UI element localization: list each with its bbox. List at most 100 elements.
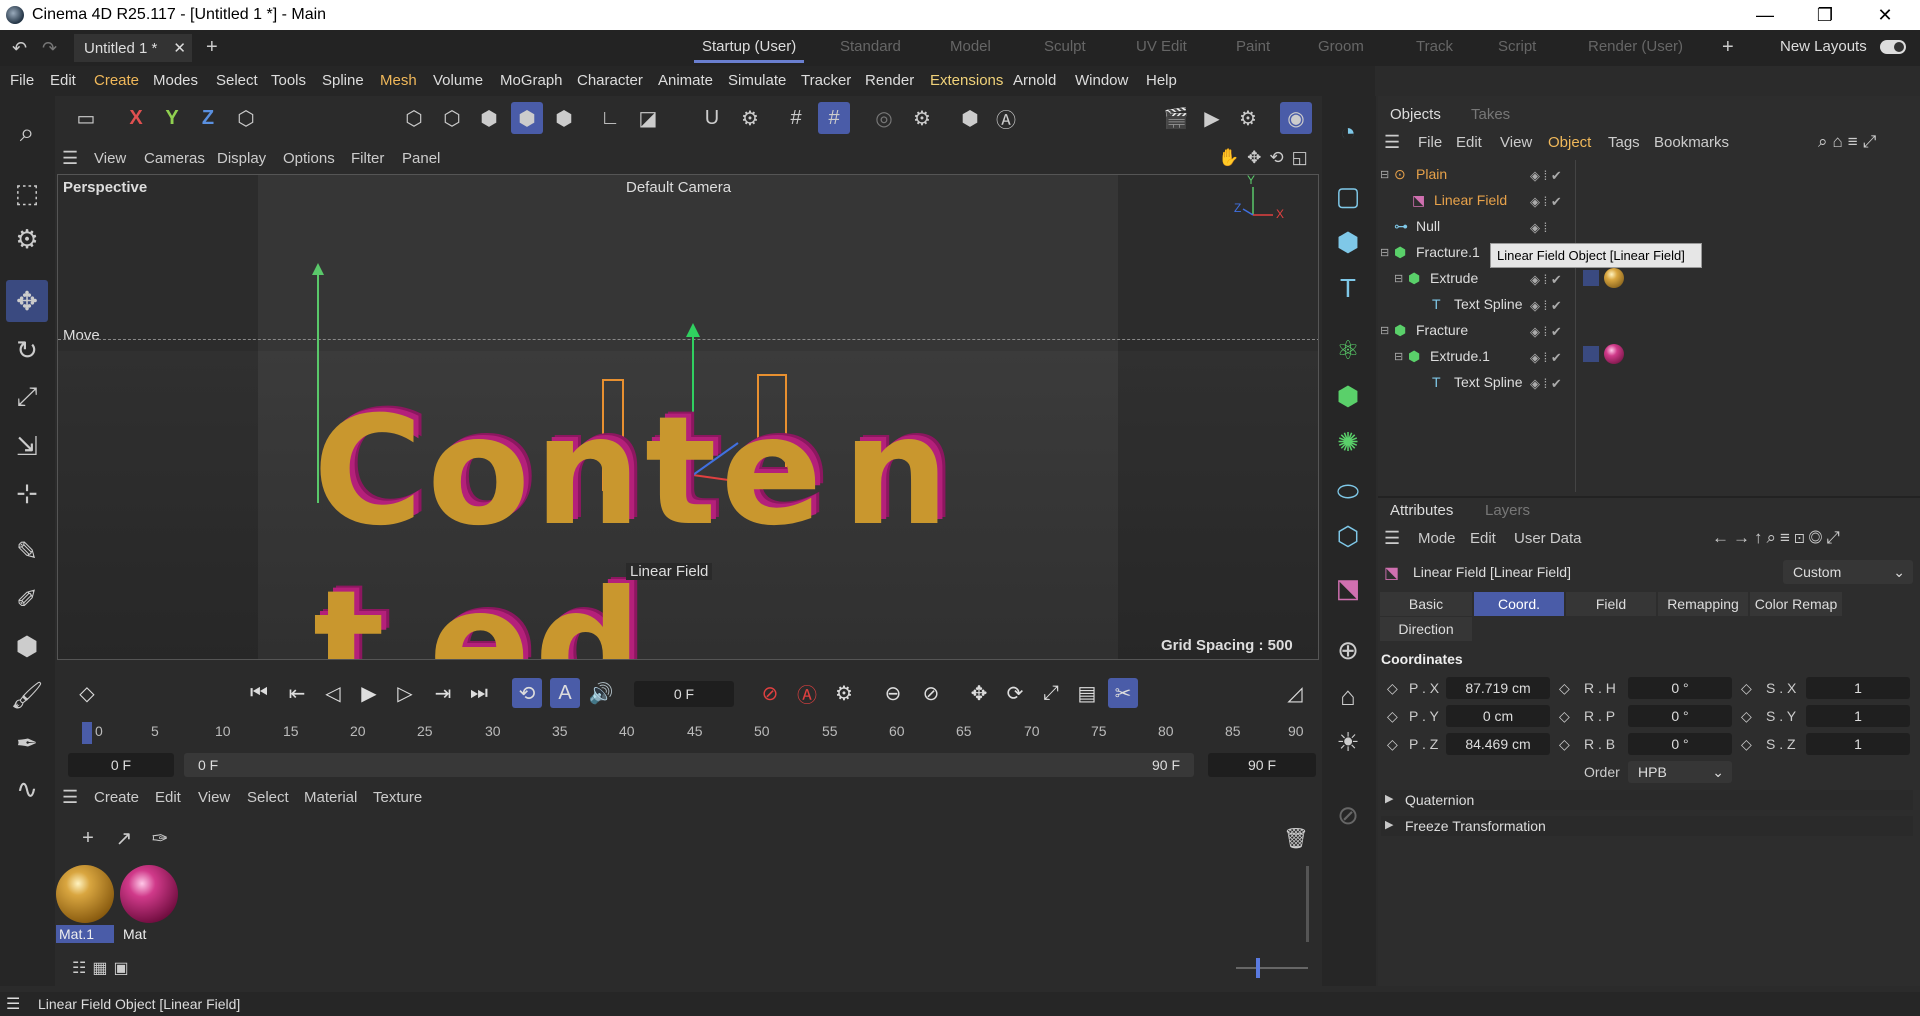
3d-viewport[interactable]: Perspective Default Camera Move Y Z X Co… [57, 174, 1319, 660]
sz-field[interactable]: 1 [1806, 733, 1910, 755]
move-gizmo-y-arrow[interactable] [686, 323, 700, 337]
quaternion-section[interactable]: ▶ Quaternion [1381, 790, 1913, 810]
new-document-icon[interactable]: + [206, 36, 218, 59]
next-key-icon[interactable]: ⇥ [428, 678, 458, 708]
py-field[interactable]: 0 cm [1446, 705, 1550, 727]
material-tag-mat1[interactable] [1604, 268, 1624, 288]
move-tool-icon[interactable]: ✥ [6, 280, 48, 322]
edges-mode-icon[interactable]: ⬢ [473, 102, 505, 134]
axis-tool-icon[interactable]: ⊹ [6, 472, 48, 514]
objects-menu-edit[interactable]: Edit [1456, 134, 1482, 151]
range-slider[interactable]: 0 F 90 F [184, 753, 1194, 777]
range-start-field[interactable]: 0 F [68, 753, 174, 777]
timeline-graph-icon[interactable]: ◿ [1280, 678, 1310, 708]
texture-mode-icon[interactable]: ◪ [632, 102, 664, 134]
field-icon[interactable]: ⬔ [1328, 568, 1368, 608]
key-position-icon[interactable]: ⊖ [878, 678, 908, 708]
menu-mesh[interactable]: Mesh [380, 72, 417, 89]
points-mode-icon[interactable]: ⬡ [436, 102, 468, 134]
menu-window[interactable]: Window [1075, 72, 1128, 89]
keyframe-diamond-icon[interactable]: ◇ [1559, 680, 1570, 697]
effector-icon[interactable]: ✺ [1328, 422, 1368, 462]
menu-arnold[interactable]: Arnold [1013, 72, 1056, 89]
menu-extensions[interactable]: Extensions [930, 72, 1003, 89]
autokey-mode-icon[interactable]: A [550, 678, 580, 708]
close-window-button[interactable]: ✕ [1855, 0, 1915, 30]
material-hamburger-icon[interactable]: ☰ [62, 787, 78, 808]
sound-icon[interactable]: 🔊 [586, 678, 616, 708]
texture-tag-icon[interactable] [1583, 346, 1599, 362]
previous-frame-icon[interactable]: ◁ [318, 678, 348, 708]
material-menu-texture[interactable]: Texture [373, 789, 422, 806]
material-swatch-mat[interactable] [120, 865, 178, 923]
cursor-icon[interactable]: ◔ [1328, 112, 1368, 152]
coordinate-system-icon[interactable]: ⬡ [230, 102, 262, 134]
keyframe-settings-icon[interactable]: ⚙ [829, 678, 859, 708]
subtab-color-remap[interactable]: Color Remap [1750, 592, 1842, 616]
material-name-mat1[interactable]: Mat.1 [56, 925, 114, 943]
collapse-icon[interactable]: ⊟ [1380, 168, 1394, 181]
layout-tab-startup[interactable]: Startup (User) [693, 38, 805, 63]
viewport-menu-options[interactable]: Options [283, 150, 335, 167]
play-icon[interactable]: ▶ [354, 678, 384, 708]
attributes-menu-mode[interactable]: Mode [1418, 530, 1456, 547]
attributes-nav-icons[interactable]: ←→↑⌕≡⊡◎⤢ [1712, 528, 1844, 548]
status-menu-icon[interactable]: ☰ [6, 994, 20, 1014]
collapse-icon[interactable]: ⊟ [1394, 272, 1408, 285]
menu-select[interactable]: Select [216, 72, 258, 89]
layout-tab-model[interactable]: Model [950, 38, 991, 55]
menu-file[interactable]: File [10, 72, 34, 89]
material-view-mode-icons[interactable]: ☷▦▣ [72, 958, 135, 978]
tab-layers[interactable]: Layers [1485, 502, 1530, 519]
key-rotate-icon[interactable]: ⟳ [1000, 678, 1030, 708]
menu-character[interactable]: Character [577, 72, 643, 89]
attributes-menu-user-data[interactable]: User Data [1514, 530, 1582, 547]
deformer-icon[interactable]: ⬭ [1328, 472, 1368, 512]
y-axis-lock-button[interactable]: Y [156, 102, 188, 134]
viewport-menu-filter[interactable]: Filter [351, 150, 384, 167]
spline-smooth-icon[interactable]: ∿ [6, 768, 48, 810]
grid-snap-icon[interactable]: # [818, 102, 850, 134]
keyframe-diamond-icon[interactable]: ◇ [1559, 736, 1570, 753]
select-live-icon[interactable]: ⬚ [6, 172, 48, 214]
tab-attributes[interactable]: Attributes [1390, 502, 1453, 519]
polygons-mode-icon[interactable]: ⬢ [511, 102, 543, 134]
transform-tool-icon[interactable]: ⇲ [6, 425, 48, 467]
undo-icon[interactable]: ↶ [12, 38, 27, 59]
material-menu-select[interactable]: Select [247, 789, 289, 806]
solo-icon[interactable]: ◎ [868, 102, 900, 134]
key-param-icon[interactable]: ▤ [1072, 678, 1102, 708]
solo-settings-icon[interactable]: ⚙ [906, 102, 938, 134]
uv-mode-icon[interactable]: ⬢ [548, 102, 580, 134]
objects-menu-tags[interactable]: Tags [1608, 134, 1640, 151]
key-pla-icon[interactable]: ✂ [1108, 678, 1138, 708]
arnold-icon[interactable]: Ⓐ [990, 102, 1022, 134]
menu-help[interactable]: Help [1146, 72, 1177, 89]
menu-volume[interactable]: Volume [433, 72, 483, 89]
keyframe-diamond-icon[interactable]: ◇ [1741, 680, 1752, 697]
paint-brush-icon[interactable]: 🖌 [6, 674, 48, 716]
tab-objects[interactable]: Objects [1390, 106, 1441, 123]
keyframe-icon[interactable]: ◇ [72, 678, 102, 708]
spline-tools-icon[interactable]: ✐ [6, 578, 48, 620]
keyframe-diamond-icon[interactable]: ◇ [1741, 708, 1752, 725]
minimize-button[interactable]: — [1735, 0, 1795, 30]
axis-mode-icon[interactable]: ∟ [594, 102, 626, 134]
cube-icon[interactable]: ⬢ [1328, 222, 1368, 262]
primitives-icon[interactable]: ⬢ [6, 625, 48, 667]
plane-icon[interactable]: ▢ [1328, 176, 1368, 216]
render-view-icon[interactable]: 🎬 [1160, 102, 1192, 134]
material-menu-view[interactable]: View [198, 789, 230, 806]
key-move-icon[interactable]: ✥ [964, 678, 994, 708]
3d-text-object[interactable]: Conte n t ed [313, 385, 1318, 659]
sculpt-icon[interactable]: ✒ [6, 722, 48, 764]
keyframe-diamond-icon[interactable]: ◇ [1741, 736, 1752, 753]
interactive-render-icon[interactable]: ◉ [1280, 102, 1312, 134]
document-tab[interactable]: Untitled 1 * ✕ [74, 34, 192, 62]
go-to-start-icon[interactable]: ⏮ [244, 678, 274, 708]
cloner-icon[interactable]: ⚛ [1328, 330, 1368, 370]
objects-menu-view[interactable]: View [1500, 134, 1532, 151]
environment-icon[interactable]: ⊕ [1328, 630, 1368, 670]
restore-button[interactable]: ❐ [1795, 0, 1855, 30]
key-rotation-icon[interactable]: ⊘ [916, 678, 946, 708]
